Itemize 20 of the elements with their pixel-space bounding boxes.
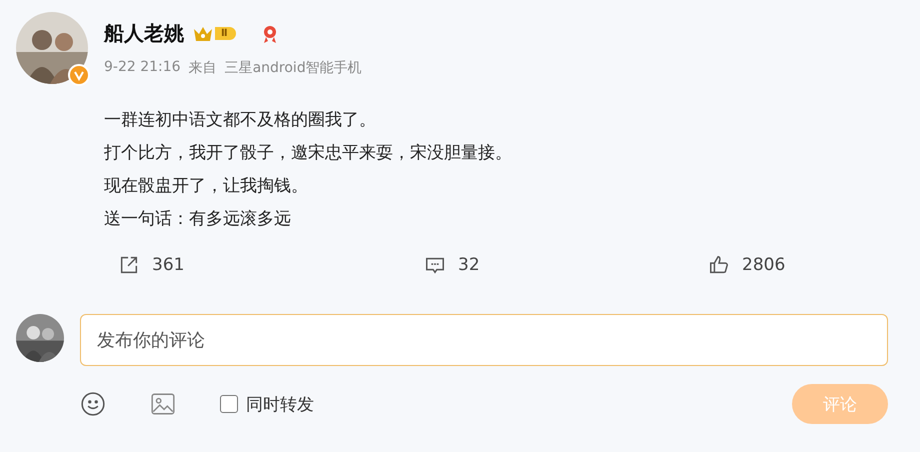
- comment-button[interactable]: 32: [424, 254, 708, 276]
- source-label: 来自: [188, 59, 217, 77]
- repost-label: 同时转发: [246, 394, 314, 416]
- crown-icon: [192, 24, 214, 42]
- post-time: 9-22 21:16: [104, 59, 181, 77]
- share-icon: [118, 254, 140, 276]
- level-badge: Ⅱ: [215, 27, 236, 40]
- thumbs-up-icon: [708, 254, 730, 276]
- comment-input[interactable]: 发布你的评论: [80, 314, 888, 366]
- post-text: 一群连初中语文都不及格的圈我了。: [104, 110, 377, 131]
- repost-checkbox[interactable]: 同时转发: [220, 392, 314, 416]
- post-text: 送一句话：有多远滚多远: [104, 209, 292, 230]
- post-text: 打个比方，我开了骰子，邀宋忠平来耍，宋没胆量接。: [104, 143, 513, 164]
- verified-badge-icon: [68, 64, 90, 86]
- image-button[interactable]: [150, 391, 176, 417]
- like-button[interactable]: 2806: [708, 254, 908, 276]
- author-name[interactable]: 船人老姚: [104, 20, 184, 47]
- post-text: 现在骰盅开了，让我掏钱。: [104, 176, 309, 197]
- repost-button[interactable]: 361: [118, 254, 424, 276]
- emoji-button[interactable]: [80, 391, 106, 417]
